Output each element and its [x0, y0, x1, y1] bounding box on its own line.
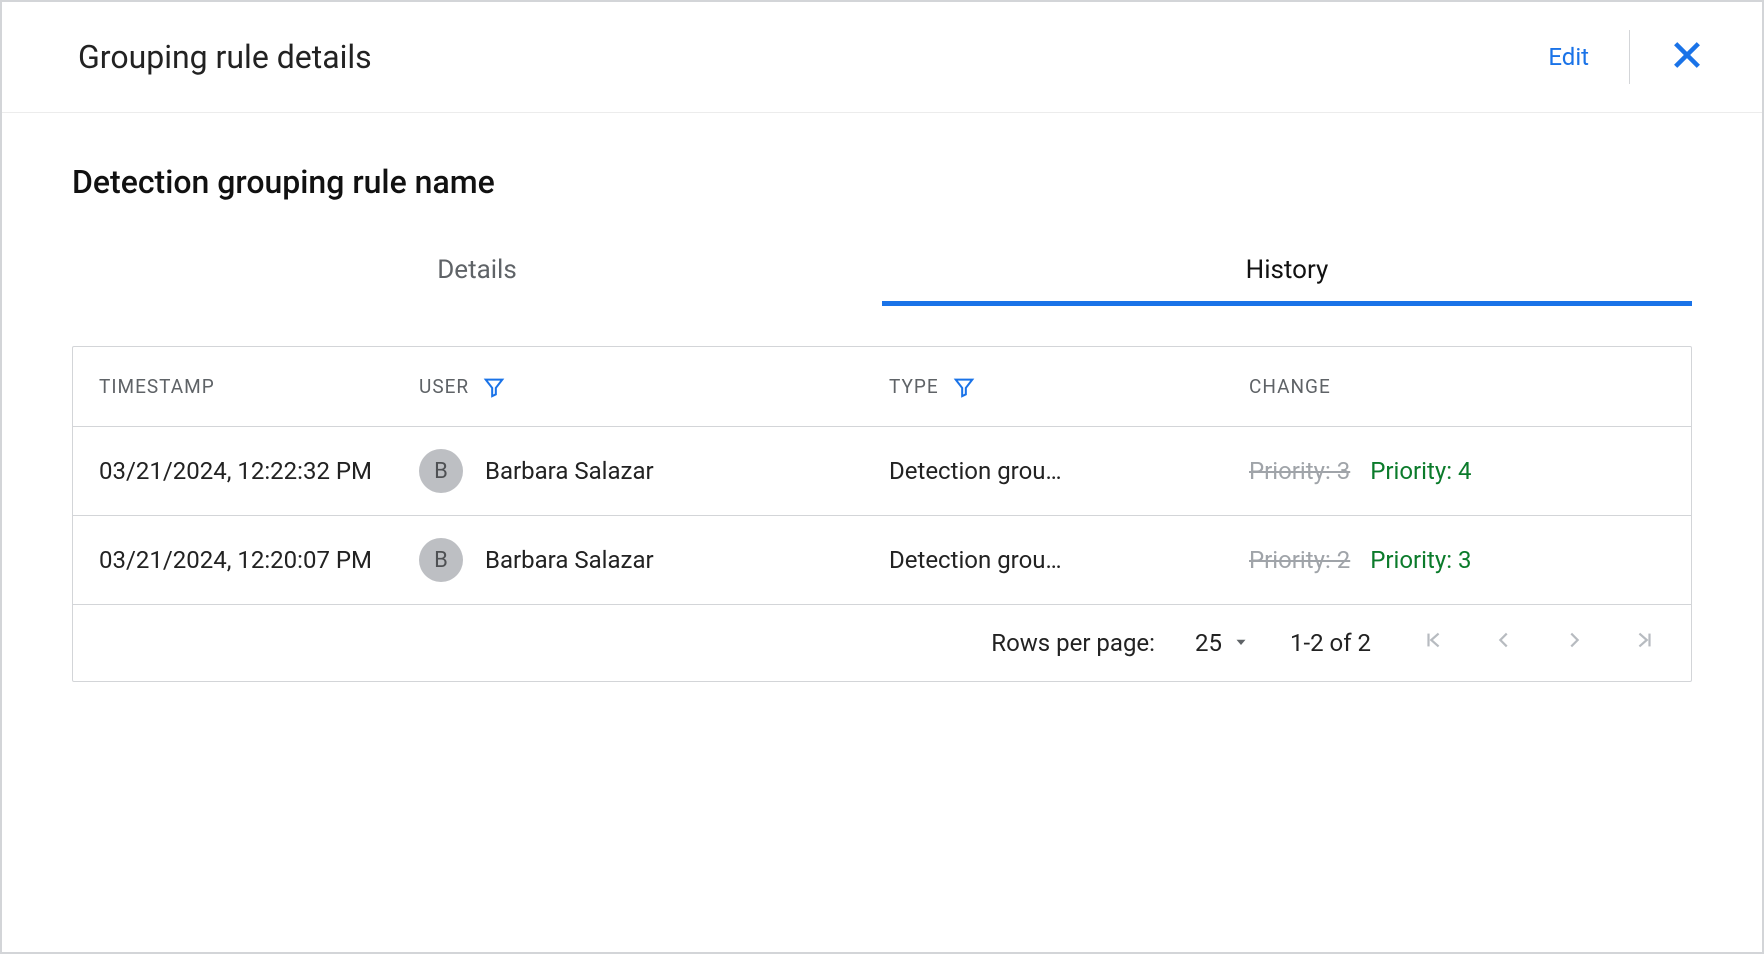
cell-type: Detection grou… — [889, 457, 1249, 485]
rows-per-page-value: 25 — [1195, 629, 1222, 657]
change-old-value: Priority: 2 — [1249, 546, 1350, 574]
chevron-left-icon — [1493, 629, 1515, 657]
cell-change: Priority: 3 Priority: 4 — [1249, 457, 1665, 485]
filter-icon[interactable] — [953, 376, 975, 398]
column-header-label: CHANGE — [1249, 375, 1331, 398]
user-name: Barbara Salazar — [485, 457, 654, 485]
table-footer: Rows per page: 25 1-2 of 2 — [73, 605, 1691, 681]
edit-button[interactable]: Edit — [1548, 43, 1589, 71]
change-old-value: Priority: 3 — [1249, 457, 1350, 485]
first-page-button[interactable] — [1423, 629, 1445, 657]
next-page-button[interactable] — [1563, 629, 1585, 657]
table-row: 03/21/2024, 12:20:07 PM B Barbara Salaza… — [73, 516, 1691, 605]
history-table: TIMESTAMP USER TYPE CHANGE — [72, 346, 1692, 682]
cell-user: B Barbara Salazar — [419, 538, 889, 582]
header-actions: Edit — [1548, 30, 1704, 84]
table-row: 03/21/2024, 12:22:32 PM B Barbara Salaza… — [73, 427, 1691, 516]
rows-per-page-select[interactable]: 25 — [1195, 629, 1250, 657]
chevron-right-icon — [1563, 629, 1585, 657]
avatar: B — [419, 449, 463, 493]
tab-history[interactable]: History — [882, 239, 1692, 306]
prev-page-button[interactable] — [1493, 629, 1515, 657]
rows-per-page-label: Rows per page: — [991, 629, 1155, 657]
dialog-title: Grouping rule details — [78, 38, 372, 76]
dialog-window: Grouping rule details Edit Detection gro… — [0, 0, 1764, 954]
header-divider — [1629, 30, 1630, 84]
dialog-body: Detection grouping rule name Details His… — [2, 113, 1762, 952]
avatar: B — [419, 538, 463, 582]
close-button[interactable] — [1670, 38, 1704, 77]
tab-label: History — [1246, 255, 1329, 285]
tabs: Details History — [72, 239, 1692, 306]
column-header-type[interactable]: TYPE — [889, 375, 1249, 398]
last-page-button[interactable] — [1633, 629, 1655, 657]
cell-type: Detection grou… — [889, 546, 1249, 574]
cell-user: B Barbara Salazar — [419, 449, 889, 493]
tab-details[interactable]: Details — [72, 239, 882, 306]
cell-change: Priority: 2 Priority: 3 — [1249, 546, 1665, 574]
cell-timestamp: 03/21/2024, 12:22:32 PM — [99, 457, 419, 485]
pagination-range: 1-2 of 2 — [1290, 629, 1371, 657]
close-icon — [1670, 38, 1704, 77]
last-page-icon — [1633, 629, 1655, 657]
avatar-initial: B — [434, 548, 448, 573]
tab-label: Details — [437, 255, 517, 285]
user-name: Barbara Salazar — [485, 546, 654, 574]
change-new-value: Priority: 4 — [1370, 457, 1471, 485]
header-bar: Grouping rule details Edit — [2, 2, 1762, 113]
page-title: Detection grouping rule name — [72, 163, 1692, 201]
cell-timestamp: 03/21/2024, 12:20:07 PM — [99, 546, 419, 574]
column-header-timestamp[interactable]: TIMESTAMP — [99, 375, 419, 398]
column-header-label: TIMESTAMP — [99, 375, 215, 398]
column-header-change[interactable]: CHANGE — [1249, 375, 1665, 398]
column-header-user[interactable]: USER — [419, 375, 889, 398]
avatar-initial: B — [434, 459, 448, 484]
change-new-value: Priority: 3 — [1370, 546, 1471, 574]
filter-icon[interactable] — [483, 376, 505, 398]
table-header-row: TIMESTAMP USER TYPE CHANGE — [73, 347, 1691, 427]
column-header-label: USER — [419, 375, 469, 398]
caret-down-icon — [1232, 629, 1250, 657]
pager-group — [1423, 629, 1655, 657]
column-header-label: TYPE — [889, 375, 939, 398]
first-page-icon — [1423, 629, 1445, 657]
